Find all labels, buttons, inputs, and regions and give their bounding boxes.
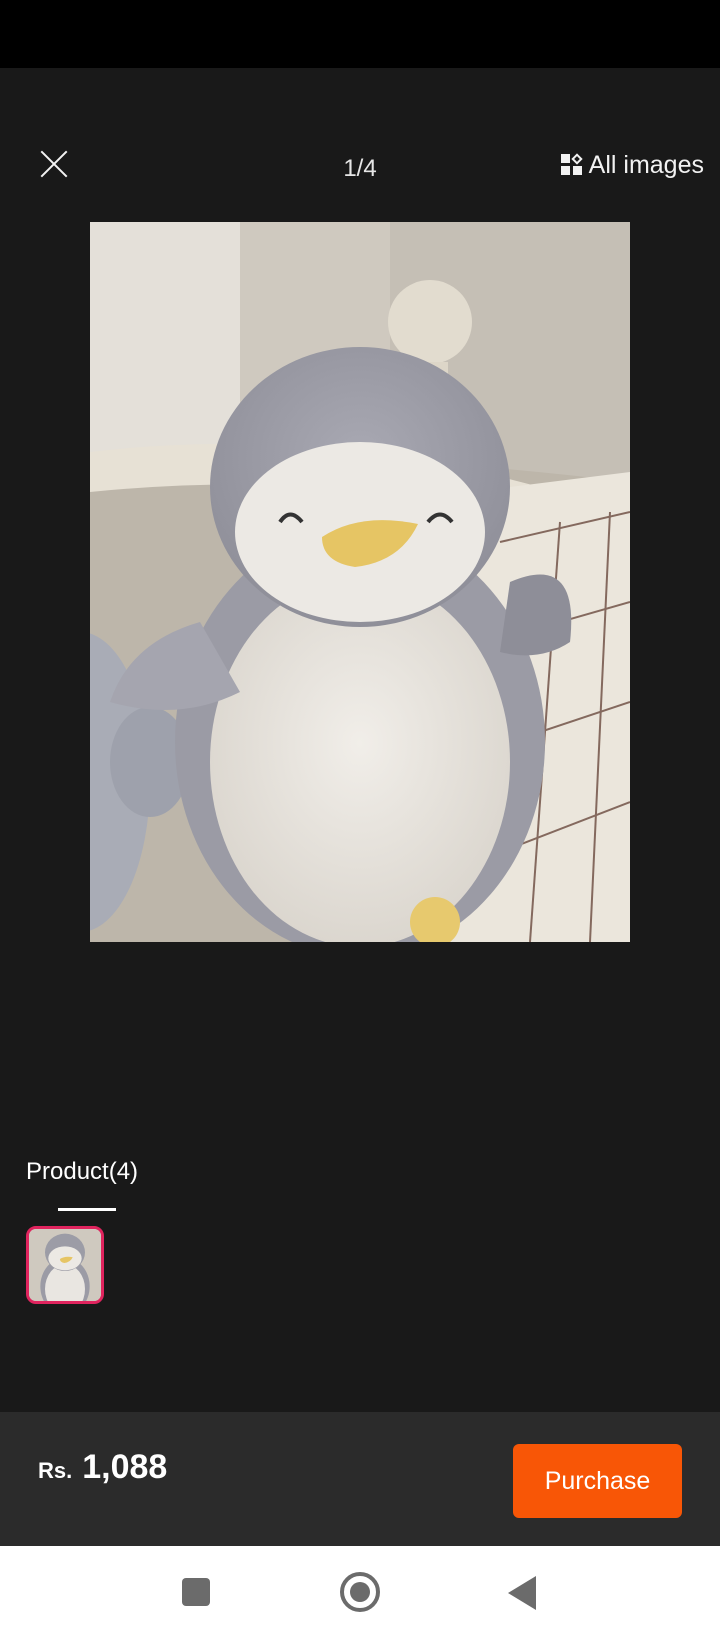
price-currency: Rs. bbox=[38, 1458, 73, 1483]
price: Rs. 1,088 bbox=[38, 1448, 167, 1487]
thumbnail-image bbox=[29, 1229, 101, 1301]
purchase-button[interactable]: Purchase bbox=[513, 1444, 682, 1518]
penguin-plush-image bbox=[90, 222, 630, 942]
product-photo[interactable] bbox=[90, 222, 630, 942]
all-images-button[interactable]: All images bbox=[560, 148, 704, 182]
image-counter: 1/4 bbox=[343, 155, 377, 182]
square-icon[interactable] bbox=[182, 1578, 210, 1606]
all-images-label: All images bbox=[588, 150, 704, 179]
home-circle-icon[interactable] bbox=[340, 1572, 380, 1612]
grid-icon bbox=[560, 153, 583, 176]
thumbnail-selected[interactable] bbox=[26, 1226, 104, 1304]
close-icon[interactable] bbox=[36, 146, 72, 182]
price-value: 1,088 bbox=[82, 1448, 168, 1486]
back-triangle-icon[interactable] bbox=[508, 1576, 536, 1610]
status-bar bbox=[0, 0, 720, 68]
tab-active-indicator bbox=[58, 1208, 116, 1211]
tab-product[interactable]: Product(4) bbox=[26, 1158, 138, 1186]
